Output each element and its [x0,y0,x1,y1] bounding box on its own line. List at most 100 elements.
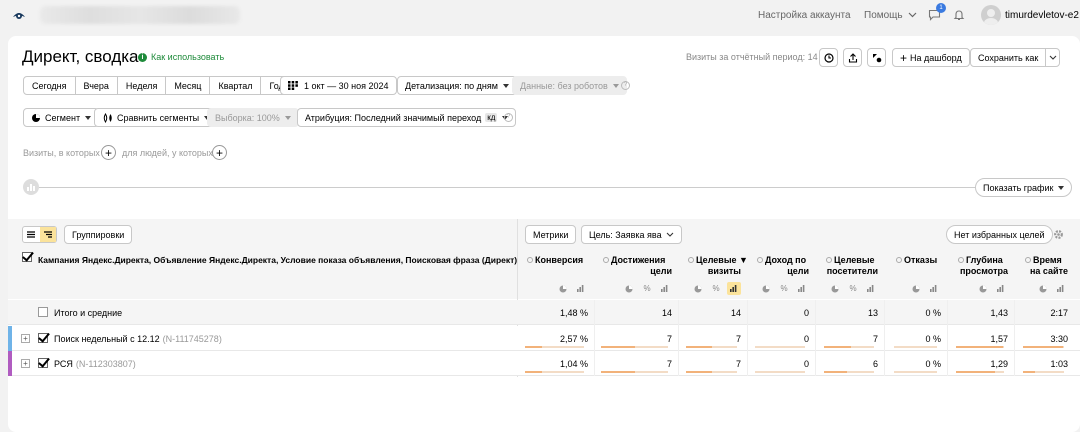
metrica-logo-icon[interactable] [12,10,26,22]
percent-icon[interactable]: % [846,282,860,295]
period-yesterday[interactable]: Вчера [76,77,118,94]
row-checkbox[interactable] [38,358,48,368]
column-header-bounces[interactable]: Отказы [896,255,937,266]
bar-chart-icon[interactable] [795,282,809,295]
account-settings-link[interactable]: Настройка аккаунта [758,10,851,21]
bar-chart-icon [27,184,35,191]
select-all-checkbox[interactable] [22,252,32,262]
gear-icon[interactable] [1053,229,1064,240]
history-button[interactable] [819,48,838,67]
pie-chart-icon[interactable] [828,282,842,295]
add-to-dashboard-button[interactable]: + На дашборд [892,48,970,67]
pie-chart-icon[interactable] [691,282,705,295]
goal-select[interactable]: Цель: Заявка ява [581,225,682,244]
period-month[interactable]: Месяц [166,77,211,94]
bar-chart-icon[interactable] [1054,282,1068,295]
column-header-target-visits[interactable]: Целевые ▼ визиты [688,255,748,277]
compare-periods-button[interactable] [867,48,886,67]
list-view-icon[interactable] [23,227,40,242]
percent-icon[interactable]: % [709,282,723,295]
show-chart-label: Показать график [983,182,1054,193]
username[interactable]: timurdevletov-e2 [1005,10,1079,21]
column-header-time-on-site[interactable]: Время на сайте [1025,255,1068,277]
favorite-goals-button[interactable]: Нет избранных целей [946,225,1053,244]
save-as-dropdown[interactable] [1045,49,1059,66]
value-bar [1023,346,1063,348]
dimension-header[interactable]: Кампания Яндекс.Директа, Объявление Янде… [38,255,517,265]
pie-chart-icon[interactable] [976,282,990,295]
cell-time-on-site: 3:30 [1050,334,1068,344]
cell-goal-reaches: 7 [666,359,672,369]
row-name[interactable]: Итого и средние [54,308,122,318]
row-checkbox[interactable] [38,333,48,343]
pie-chart-icon[interactable] [759,282,773,295]
chart-toggle-icon[interactable] [23,179,39,195]
column-header-page-depth[interactable]: Глубина просмотра [958,255,1008,277]
counter-selector-blurred[interactable] [40,6,240,24]
row-checkbox[interactable] [38,307,48,317]
bar-chart-icon[interactable] [994,282,1008,295]
value-bar-track [894,371,937,373]
export-button[interactable] [843,48,862,67]
data-filter-select[interactable]: Данные: без роботов [512,76,627,95]
chevron-down-icon [284,115,291,120]
row-name[interactable]: РСЯ (N-112303807) [54,359,136,369]
percent-icon[interactable]: % [640,282,654,295]
tree-view-icon[interactable] [39,227,56,242]
column-header-goal-revenue[interactable]: Доход по цели [757,255,809,277]
save-as-group[interactable]: Сохранить как [970,48,1060,67]
avatar[interactable] [981,5,1001,25]
segment-button[interactable]: Сегмент [23,108,100,127]
column-header-line1: Глубина [966,255,1003,265]
cell-bounces: 0 % [925,334,941,344]
period-quarter[interactable]: Квартал [210,77,262,94]
column-header-target-visitors[interactable]: Целевые посетители [826,255,878,277]
add-visit-condition-button[interactable]: + [101,145,116,160]
add-user-condition-button[interactable]: + [212,145,227,160]
bar-chart-icon[interactable] [864,282,878,295]
chevron-down-icon [908,12,917,18]
help-menu[interactable]: Помощь [864,10,917,21]
series-color-marker [8,326,12,351]
cell-target-visitors: 13 [867,308,878,318]
bar-chart-icon[interactable] [727,282,741,295]
save-as-label[interactable]: Сохранить как [971,53,1045,63]
expand-row-button[interactable]: + [21,334,30,343]
top-bar: Настройка аккаунта Помощь 1 timurdevleto… [0,0,1080,32]
help-icon[interactable]: ? [504,113,513,122]
row-name[interactable]: Поиск недельный с 12.12 (N-111745278) [54,334,222,344]
percent-icon[interactable]: % [777,282,791,295]
compare-segments-button[interactable]: Сравнить сегменты [94,108,219,127]
show-chart-button[interactable]: Показать график [975,178,1073,197]
period-week[interactable]: Неделя [118,77,167,94]
pie-chart-icon[interactable] [622,282,636,295]
period-selector[interactable]: Сегодня Вчера Неделя Месяц Квартал Год [23,76,293,95]
value-bar [1023,371,1035,373]
info-dot-icon [603,257,609,263]
groupings-button[interactable]: Группировки [64,225,133,244]
column-separator [884,300,885,376]
bar-chart-icon[interactable] [927,282,941,295]
help-icon[interactable]: ? [621,81,630,90]
how-to-use-link[interactable]: i Как использовать [138,52,224,62]
attribution-select[interactable]: Атрибуция: Последний значимый переход кд [297,108,517,127]
date-range-button[interactable]: 1 окт — 30 ноя 2024 [280,76,397,95]
sample-select[interactable]: Выборка: 100% [207,108,299,127]
chevron-down-icon [1049,55,1057,60]
calendar-icon [288,81,298,90]
pie-chart-icon[interactable] [909,282,923,295]
pie-chart-icon[interactable] [1036,282,1050,295]
bar-chart-icon[interactable] [574,282,588,295]
column-header-goal-reaches[interactable]: Достижения цели [603,255,672,277]
period-today[interactable]: Сегодня [24,77,76,94]
expand-row-button[interactable]: + [21,359,30,368]
bar-chart-icon[interactable] [658,282,672,295]
pie-chart-icon[interactable] [556,282,570,295]
view-switch[interactable] [22,226,57,243]
metrics-button[interactable]: Метрики [525,225,577,244]
column-header-conversion[interactable]: Конверсия [527,255,583,266]
value-bar [686,346,712,348]
detail-select[interactable]: Детализация: по дням [397,76,517,95]
bell-icon[interactable] [953,9,965,21]
value-bar [601,346,635,348]
